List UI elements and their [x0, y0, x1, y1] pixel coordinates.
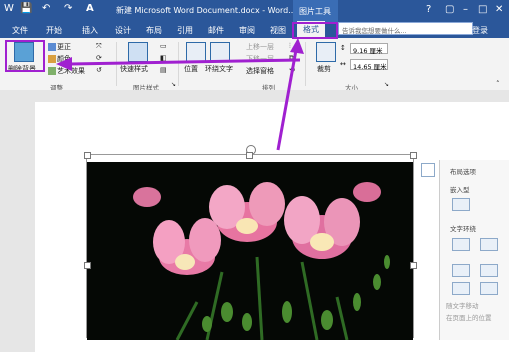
corrections-button[interactable]: 更正 [48, 42, 71, 52]
width-input[interactable]: 14.65 厘米 [350, 59, 388, 71]
height-icon: ↕ [340, 44, 346, 52]
art-icon [48, 67, 56, 75]
layout-options-panel: 布局选项 嵌入型 文字环绕 随文字移动 在页面上的位置 [439, 160, 509, 340]
save-icon[interactable]: 💾 [20, 3, 32, 14]
tab-references[interactable]: 引用 [177, 25, 193, 36]
wrap-text-icon [210, 42, 230, 62]
picture-effects-icon[interactable]: ◧ [160, 54, 167, 62]
artistic-label: 艺术效果 [57, 67, 85, 75]
send-backward-button[interactable]: 下移一层 [246, 54, 274, 64]
corrections-label: 更正 [57, 43, 71, 51]
divider [116, 42, 117, 86]
square-wrap-icon[interactable] [452, 238, 470, 251]
align-icon[interactable]: ⫶ [289, 42, 291, 51]
maximize-button[interactable]: □ [478, 4, 487, 15]
crop-icon [316, 42, 336, 62]
resize-handle[interactable] [84, 152, 91, 159]
tight-wrap-icon[interactable] [480, 238, 498, 251]
restore-ribbon-button[interactable]: ▢ [445, 4, 454, 15]
help-button[interactable]: ? [426, 4, 431, 15]
word-icon: W [4, 3, 14, 14]
quick-styles-button[interactable]: 快速样式 [120, 64, 148, 74]
width-icon: ↔ [340, 60, 346, 68]
picture-border-icon[interactable]: ▭ [160, 42, 167, 50]
top-bottom-wrap-icon[interactable] [480, 264, 498, 277]
resize-handle[interactable] [410, 152, 417, 159]
tab-mailings[interactable]: 邮件 [208, 25, 224, 36]
format-tab-highlight [292, 22, 338, 39]
sun-icon [48, 43, 56, 51]
move-with-text-option[interactable]: 随文字移动 [446, 300, 479, 310]
dialog-launcher-icon[interactable]: ↘ [171, 81, 176, 88]
picture-layout-icon[interactable]: ▤ [160, 66, 167, 74]
close-button[interactable]: ✕ [495, 4, 503, 15]
tab-insert[interactable]: 插入 [82, 25, 98, 36]
panel-title: 布局选项 [450, 168, 476, 176]
change-picture-icon[interactable]: ⟳ [96, 54, 102, 62]
tab-layout[interactable]: 布局 [146, 25, 162, 36]
flower-image-art [133, 182, 390, 340]
quick-styles-icon [128, 42, 148, 62]
group-icon[interactable]: ⧉ [289, 54, 294, 63]
fix-position-option[interactable]: 在页面上的位置 [446, 312, 492, 322]
undo-icon[interactable]: ↶ [42, 3, 50, 14]
rotate-icon[interactable]: ⟲ [289, 66, 295, 74]
through-wrap-icon[interactable] [452, 264, 470, 277]
minimize-button[interactable]: – [463, 4, 468, 15]
tab-home[interactable]: 开始 [46, 25, 62, 36]
inline-section-label: 嵌入型 [450, 186, 470, 194]
login-link[interactable]: 登录 [472, 25, 488, 36]
wrap-section-label: 文字环绕 [450, 225, 476, 233]
resize-handle[interactable] [410, 262, 417, 269]
inline-option-icon[interactable] [452, 198, 470, 211]
collapse-ribbon-icon[interactable]: ˄ [496, 80, 500, 88]
bring-forward-button[interactable]: 上移一层 [246, 42, 274, 52]
artistic-effects-button[interactable]: 艺术效果 [48, 66, 85, 76]
ribbon: 删除背景 更正 颜色 艺术效果 ⤧ ⟳ ↺ 调整 快速样式 ▭ ◧ ▤ 图片样式… [0, 38, 509, 92]
resize-handle[interactable] [246, 152, 253, 159]
tab-design[interactable]: 设计 [115, 25, 131, 36]
selection-pane-button[interactable]: 选择窗格 [246, 66, 274, 76]
divider [178, 42, 179, 86]
flower-image[interactable] [87, 162, 413, 340]
tab-view[interactable]: 视图 [270, 25, 286, 36]
picture-tools-label: 图片工具 [299, 7, 331, 16]
picture-tools-group: 图片工具 [293, 0, 338, 22]
tab-review[interactable]: 审阅 [239, 25, 255, 36]
color-label: 颜色 [57, 55, 71, 63]
resize-handle[interactable] [84, 262, 91, 269]
crop-button[interactable]: 裁剪 [317, 64, 331, 74]
wrap-text-button[interactable]: 环绕文字 [205, 64, 233, 74]
in-front-text-icon[interactable] [480, 282, 498, 295]
divider [305, 42, 306, 86]
compress-icon[interactable]: ⤧ [96, 42, 102, 51]
height-input[interactable]: 9.16 厘米 [350, 43, 388, 55]
title-bar: W 💾 ↶ ↷ A 新建 Microsoft Word Document.doc… [0, 0, 509, 22]
tab-file[interactable]: 文件 [12, 25, 28, 36]
position-icon [186, 42, 206, 62]
palette-icon [48, 55, 56, 63]
layout-options-icon[interactable] [421, 163, 435, 177]
remove-background-highlight [5, 40, 45, 72]
document-title: 新建 Microsoft Word Document.docx - Word..… [116, 6, 296, 15]
behind-text-icon[interactable] [452, 282, 470, 295]
size-launcher-icon[interactable]: ↘ [384, 81, 389, 88]
redo-icon[interactable]: ↷ [64, 3, 72, 14]
reset-picture-icon[interactable]: ↺ [96, 66, 102, 74]
color-button[interactable]: 颜色 [48, 54, 71, 64]
format-painter-icon[interactable]: A [86, 3, 94, 14]
position-button[interactable]: 位置 [184, 64, 198, 74]
search-input[interactable]: 告诉我您想要做什么... [338, 22, 473, 35]
